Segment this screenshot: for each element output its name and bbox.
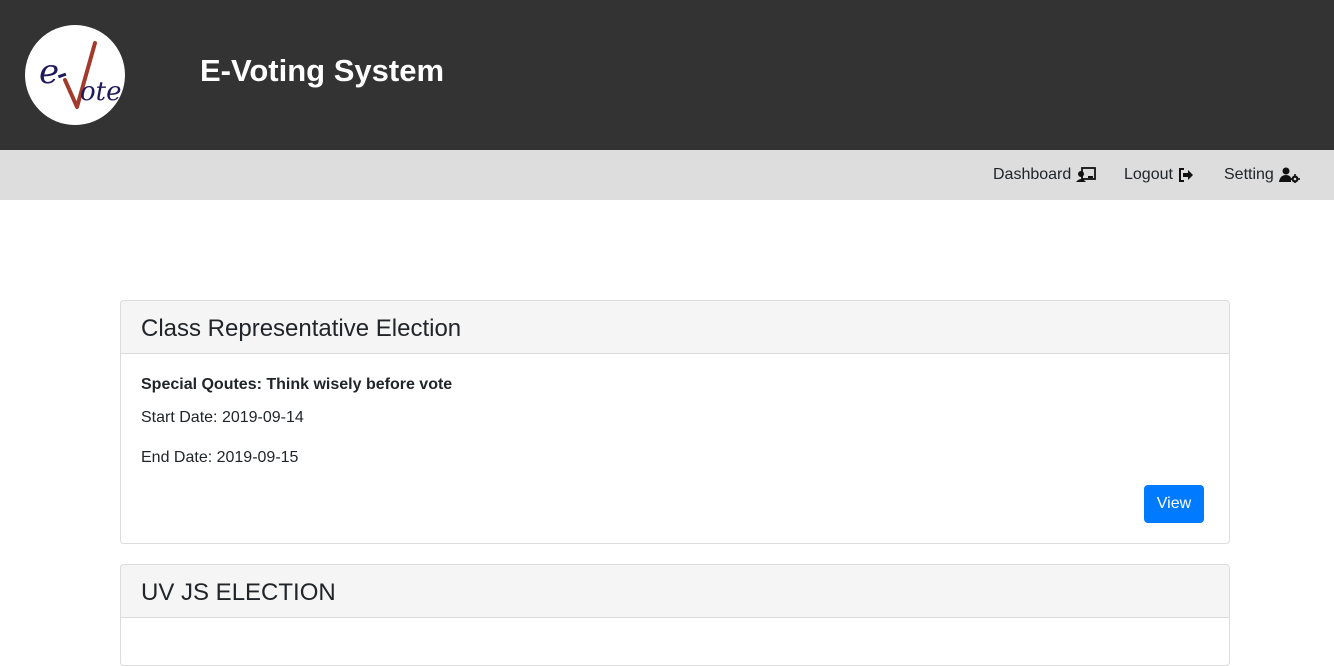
election-card-header: Class Representative Election bbox=[121, 301, 1229, 354]
special-quote-label: Special Qoutes: bbox=[141, 376, 262, 393]
logout-icon bbox=[1178, 167, 1198, 183]
special-quote: Special Qoutes: Think wisely before vote bbox=[141, 375, 452, 395]
special-quote-text: Think wisely before vote bbox=[266, 376, 453, 393]
start-date-label: Start Date: bbox=[141, 409, 218, 426]
user-settings-icon bbox=[1278, 167, 1300, 183]
site-header: e ote E-Voting System bbox=[0, 0, 1334, 150]
nav-logout[interactable]: Logout bbox=[1124, 150, 1198, 200]
election-title: Class Representative Election bbox=[141, 315, 462, 342]
dashboard-icon bbox=[1076, 167, 1097, 183]
nav-setting-label: Setting bbox=[1224, 166, 1274, 183]
end-date-label: End Date: bbox=[141, 449, 213, 466]
election-card: UV JS ELECTION bbox=[120, 564, 1230, 666]
nav-dashboard-label: Dashboard bbox=[993, 166, 1072, 183]
svg-text:e: e bbox=[39, 52, 59, 92]
evote-logo[interactable]: e ote bbox=[25, 25, 125, 125]
nav-dashboard[interactable]: Dashboard bbox=[993, 150, 1097, 200]
election-card-header: UV JS ELECTION bbox=[121, 565, 1229, 618]
view-election-button[interactable]: View bbox=[1144, 485, 1204, 523]
start-date: Start Date: 2019-09-14 bbox=[141, 408, 304, 428]
nav-setting[interactable]: Setting bbox=[1224, 150, 1300, 200]
election-card-body: Special Qoutes: Think wisely before vote… bbox=[121, 354, 1229, 543]
election-title: UV JS ELECTION bbox=[141, 579, 336, 606]
top-navbar: Dashboard Logout Setting bbox=[0, 150, 1334, 200]
end-date-value: 2019-09-15 bbox=[216, 449, 299, 466]
election-card: Class Representative Election Special Qo… bbox=[120, 300, 1230, 544]
start-date-value: 2019-09-14 bbox=[221, 409, 304, 426]
end-date: End Date: 2019-09-15 bbox=[141, 448, 298, 468]
svg-text:ote: ote bbox=[80, 77, 122, 107]
site-title: E-Voting System bbox=[200, 53, 445, 88]
nav-logout-label: Logout bbox=[1124, 166, 1173, 183]
